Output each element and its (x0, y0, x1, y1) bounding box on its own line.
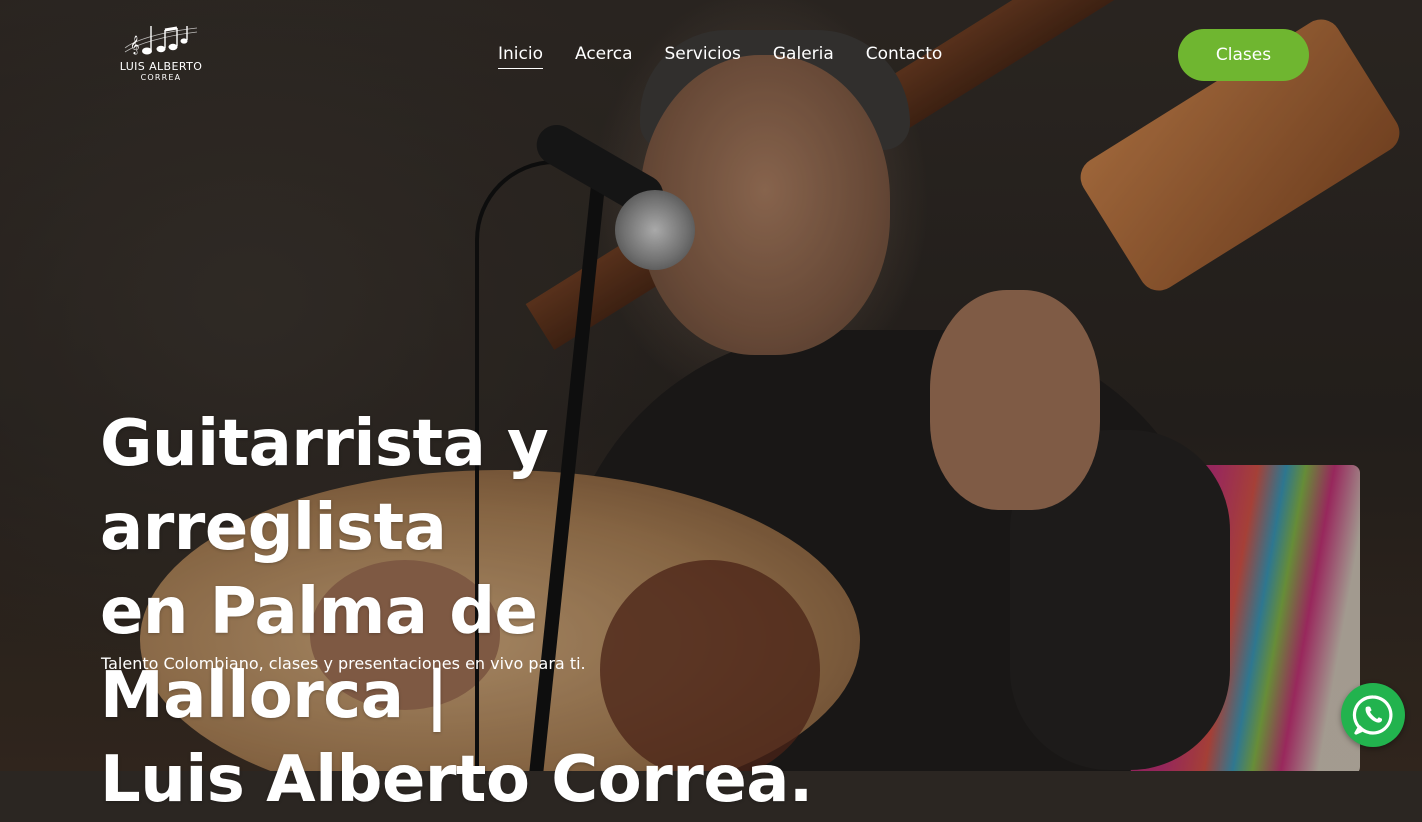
logo-name-line2: CORREA (140, 73, 182, 82)
nav-item-inicio[interactable]: Inicio (498, 44, 543, 69)
logo[interactable]: 𝄞 LUIS ALBERTO CORREA (110, 20, 212, 90)
hero-headline: Guitarrista y arreglista en Palma de Mal… (100, 402, 820, 822)
svg-text:𝄞: 𝄞 (130, 35, 139, 55)
nav-item-contacto[interactable]: Contacto (866, 44, 943, 69)
nav-item-galeria[interactable]: Galeria (773, 44, 834, 69)
main-nav: Inicio Acerca Servicios Galeria Contacto (498, 44, 974, 69)
clases-button[interactable]: Clases (1178, 29, 1309, 81)
whatsapp-icon (1352, 695, 1393, 735)
logo-name-line1: LUIS ALBERTO (119, 60, 203, 73)
headline-line-1: Guitarrista y arreglista (100, 407, 549, 565)
headline-line-3: Luis Alberto Correa. (100, 743, 813, 817)
music-notes-icon: 𝄞 (124, 26, 198, 55)
whatsapp-button[interactable] (1341, 683, 1405, 747)
nav-item-servicios[interactable]: Servicios (665, 44, 741, 69)
hero-subtitle: Talento Colombiano, clases y presentacio… (101, 654, 586, 673)
nav-item-acerca[interactable]: Acerca (575, 44, 633, 69)
